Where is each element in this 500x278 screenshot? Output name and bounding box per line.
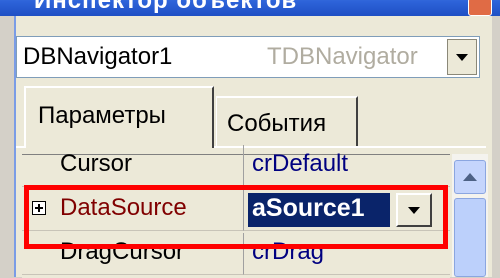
- tab-parameters[interactable]: Параметры: [24, 86, 214, 148]
- red-highlight-box: [24, 185, 448, 249]
- component-type: TDBNavigator: [267, 43, 418, 70]
- close-button[interactable]: [468, 0, 492, 16]
- scroll-up-button[interactable]: [454, 160, 486, 194]
- component-selector[interactable]: DBNavigator1 TDBNavigator: [16, 36, 480, 78]
- tab-parameters-label: Параметры: [38, 102, 166, 129]
- component-dropdown-button[interactable]: [447, 39, 477, 75]
- property-value[interactable]: crDefault: [244, 145, 450, 187]
- window-title: Инспектор объектов: [34, 0, 298, 14]
- component-name: DBNavigator1: [23, 43, 173, 70]
- property-name: Cursor: [22, 145, 244, 187]
- property-row-cursor[interactable]: Cursor crDefault: [22, 145, 450, 187]
- tab-events[interactable]: События: [216, 96, 358, 146]
- scroll-thumb[interactable]: [454, 198, 486, 277]
- chevron-up-icon: [463, 173, 477, 181]
- tab-events-label: События: [227, 110, 327, 137]
- inspector-title-bar: Инспектор объектов: [0, 0, 500, 16]
- vertical-scrollbar[interactable]: [452, 154, 488, 277]
- chevron-down-icon: [456, 53, 468, 61]
